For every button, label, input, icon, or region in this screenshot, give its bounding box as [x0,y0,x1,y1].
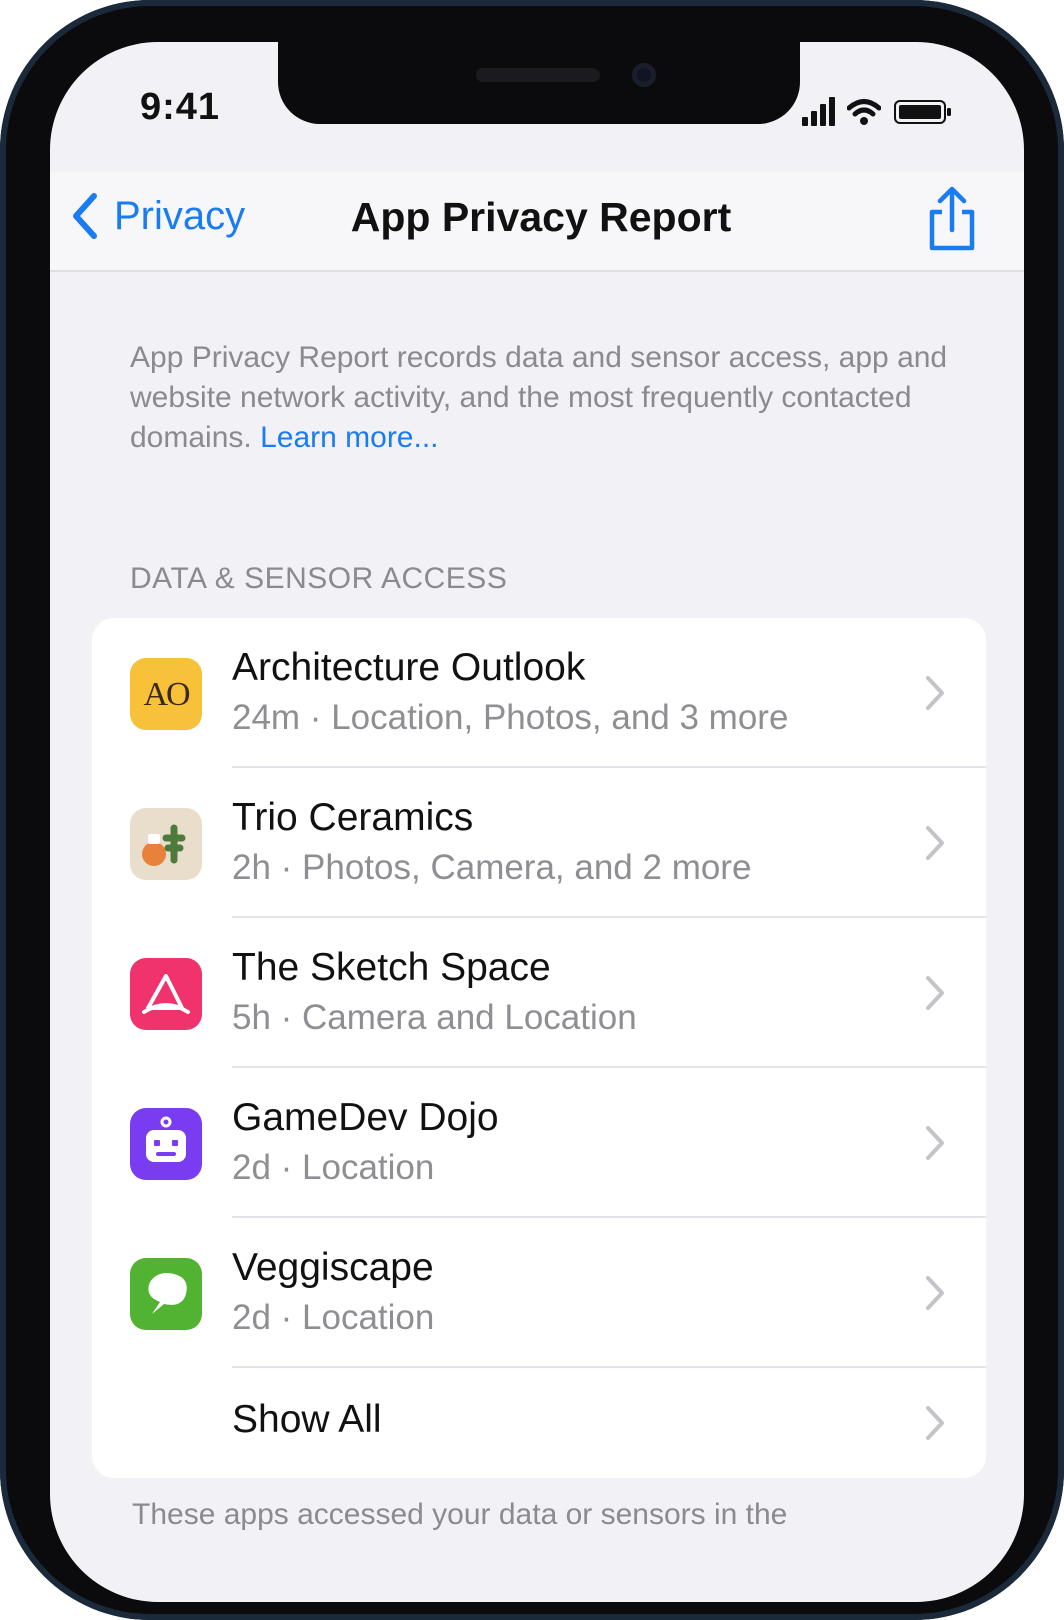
app-detail: 2d · Location [232,1148,435,1187]
sketch-space-icon [130,958,202,1030]
front-camera [632,63,656,87]
app-row-sketch-space[interactable]: The Sketch Space 5h · Camera and Locatio… [92,918,986,1068]
page-title: App Privacy Report [350,194,732,240]
app-detail: 5h · Camera and Location [232,998,637,1037]
app-name: The Sketch Space [232,946,551,989]
share-button[interactable] [922,184,982,259]
chevron-right-icon [926,976,944,1010]
gamedev-dojo-icon [130,1108,202,1180]
phone-frame: 9:41 Privacy App Privacy Report App Priv… [0,0,1064,1620]
app-row-gamedev-dojo[interactable]: GameDev Dojo 2d · Location [92,1068,986,1218]
app-row-trio-ceramics[interactable]: Trio Ceramics 2h · Photos, Camera, and 2… [92,768,986,918]
app-row-architecture-outlook[interactable]: AO Architecture Outlook 24m · Location, … [92,618,986,768]
status-time: 9:41 [140,86,221,128]
footer-text: These apps accessed your data or sensors… [132,1498,788,1531]
app-icon-text: AO [143,676,190,713]
chevron-right-icon [926,826,944,860]
show-all-label: Show All [232,1398,382,1441]
share-icon [929,186,975,251]
learn-more-link[interactable]: Learn more... [260,421,438,454]
app-name: GameDev Dojo [232,1096,499,1139]
architecture-outlook-icon: AO [130,658,202,730]
cellular-signal-icon [802,96,835,126]
speaker-grille [476,68,600,82]
battery-icon [894,100,951,124]
app-detail: 24m · Location, Photos, and 3 more [232,698,789,737]
chevron-right-icon [926,1406,944,1440]
screen: 9:41 Privacy App Privacy Report App Priv… [50,42,1024,1602]
app-name: Architecture Outlook [232,646,586,689]
status-icons [802,90,953,126]
app-name: Veggiscape [232,1246,434,1289]
show-all-row[interactable]: Show All [92,1368,986,1478]
section-header: DATA & SENSOR ACCESS [130,562,508,595]
app-list: AO Architecture Outlook 24m · Location, … [92,618,986,1478]
intro-text: App Privacy Report records data and sens… [130,338,950,458]
wifi-icon [847,99,881,125]
navigation-bar: Privacy App Privacy Report [50,172,1024,272]
veggiscape-icon [130,1258,202,1330]
intro-body: App Privacy Report records data and sens… [130,341,948,454]
chevron-right-icon [926,1126,944,1160]
app-detail: 2h · Photos, Camera, and 2 more [232,848,752,887]
chevron-right-icon [926,1276,944,1310]
app-name: Trio Ceramics [232,796,474,839]
chevron-right-icon [926,676,944,710]
app-detail: 2d · Location [232,1298,435,1337]
trio-ceramics-icon [130,808,202,880]
notch [278,42,800,124]
app-row-veggiscape[interactable]: Veggiscape 2d · Location [92,1218,986,1368]
